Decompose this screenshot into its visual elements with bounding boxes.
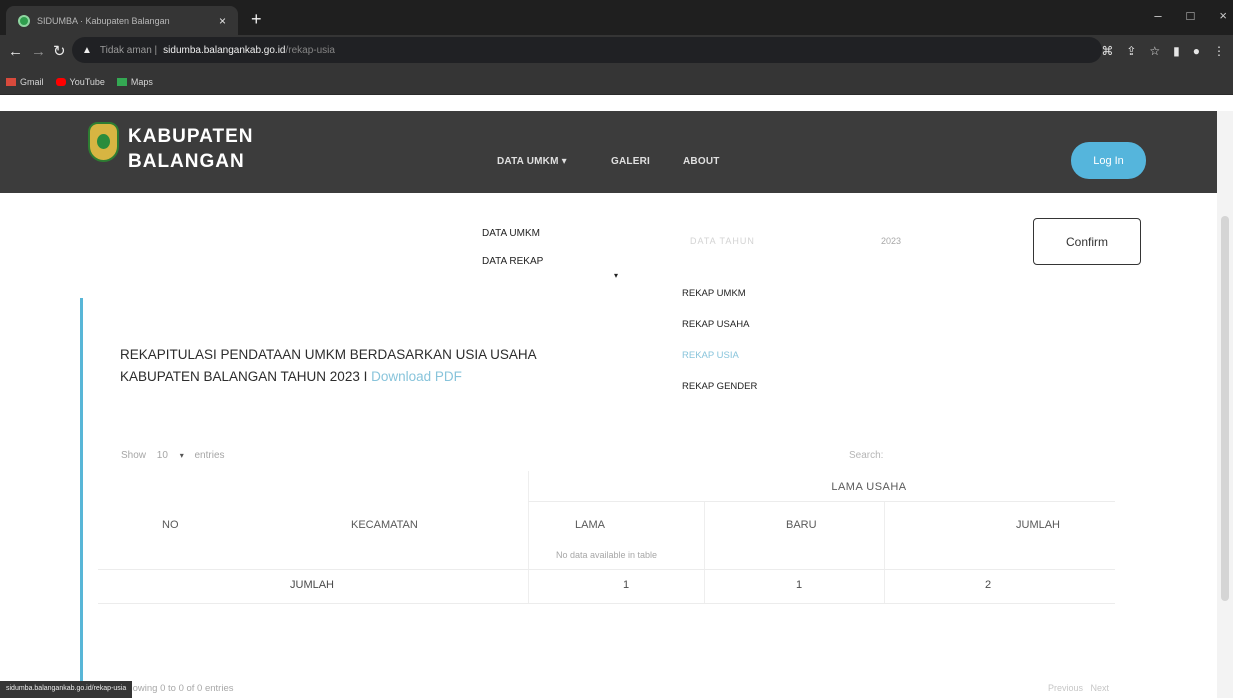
header-no[interactable]: NO [162, 519, 179, 531]
table-divider [98, 603, 1115, 604]
site-header: KABUPATEN BALANGAN DATA UMKM ▾ GALERI AB… [0, 111, 1217, 193]
submenu-rekap-umkm[interactable]: REKAP UMKM [682, 288, 757, 319]
bookmarks-bar: Gmail YouTube Maps [0, 69, 1233, 95]
header-lama[interactable]: LAMA [575, 519, 605, 531]
kabupaten-logo-icon[interactable] [88, 122, 119, 162]
toolbar-actions: ⌘ ⇪ ☆ ▮ ● ⋮ [1101, 44, 1225, 58]
web-page: KABUPATEN BALANGAN DATA UMKM ▾ GALERI AB… [0, 95, 1233, 698]
youtube-icon [55, 77, 66, 86]
title-line-2: KABUPATEN BALANGAN TAHUN 2023 I Download… [120, 366, 537, 388]
confirm-button[interactable]: Confirm [1033, 218, 1141, 265]
maximize-icon[interactable]: □ [1187, 8, 1195, 23]
nav-about[interactable]: ABOUT [683, 156, 720, 167]
submenu-rekap-usaha[interactable]: REKAP USAHA [682, 319, 757, 350]
tahun-label: DATA TAHUN [690, 236, 755, 246]
tab-title: SIDUMBA · Kabupaten Balangan [37, 15, 170, 26]
browser-toolbar: ← → ↻ ▲ Tidak aman | sidumba.balangankab… [0, 35, 1233, 69]
entries-label: entries [194, 450, 225, 461]
menu-icon[interactable]: ⋮ [1213, 44, 1225, 58]
table-row: JUMLAH 1 1 2 [98, 570, 1115, 603]
gmail-icon [6, 77, 16, 86]
reload-icon[interactable]: ↻ [53, 44, 66, 59]
star-icon[interactable]: ☆ [1149, 44, 1160, 58]
bookmark-maps[interactable]: Maps [116, 76, 153, 87]
total-lama: 1 [623, 579, 630, 591]
menu-data-umkm[interactable]: DATA UMKM [482, 228, 543, 239]
url-host: sidumba.balangankab.go.id [163, 44, 286, 56]
page-title: REKAPITULASI PENDATAAN UMKM BERDASARKAN … [120, 344, 537, 388]
minimize-icon[interactable]: – [1154, 8, 1161, 23]
bookmark-label: Gmail [20, 76, 44, 87]
bookmark-youtube[interactable]: YouTube [55, 76, 105, 87]
tahun-select[interactable]: 2023 [881, 236, 901, 246]
total-label: JUMLAH [290, 579, 335, 591]
data-menu: DATA UMKM DATA REKAP ▾ [482, 228, 618, 284]
total-jumlah: 2 [985, 579, 992, 591]
total-baru: 1 [796, 579, 803, 591]
status-bar-url: sidumba.balangankab.go.id/rekap-usia [0, 681, 133, 698]
browser-tab[interactable]: SIDUMBA · Kabupaten Balangan × [6, 6, 238, 35]
url-path: /rekap-usia [285, 44, 335, 56]
site-favicon-icon [18, 14, 30, 27]
tab-close-icon[interactable]: × [219, 14, 226, 28]
address-bar[interactable]: ▲ Tidak aman | sidumba.balangankab.go.id… [72, 37, 1102, 63]
previous-button[interactable]: Previous [1048, 683, 1083, 693]
security-label: Tidak aman | [99, 44, 158, 56]
entries-select[interactable]: 10 [157, 450, 168, 461]
show-label: Show [121, 450, 147, 461]
logo-line-1: KABUPATEN [128, 126, 254, 147]
submenu-rekap-gender[interactable]: REKAP GENDER [682, 381, 757, 412]
header-baru[interactable]: BARU [786, 519, 817, 531]
maps-icon [116, 77, 127, 86]
pagination: Previous Next [1048, 683, 1109, 693]
window-controls: – □ × [1154, 8, 1227, 23]
share-icon[interactable]: ⇪ [1126, 44, 1136, 58]
site-logo-text[interactable]: KABUPATEN BALANGAN [128, 124, 253, 174]
submenu-rekap-usia[interactable]: REKAP USIA [682, 350, 757, 381]
rekap-submenu: REKAP UMKM REKAP USAHA REKAP USIA REKAP … [682, 288, 757, 412]
title-line-1: REKAPITULASI PENDATAAN UMKM BERDASARKAN … [120, 347, 537, 362]
entries-caret-icon[interactable]: ▾ [180, 451, 184, 460]
nav-data-umkm[interactable]: DATA UMKM ▾ [497, 156, 567, 167]
sidebar-icon[interactable]: ▮ [1173, 44, 1180, 58]
page-scrollbar[interactable] [1217, 111, 1233, 698]
bookmark-label: Maps [130, 76, 153, 87]
login-button[interactable]: Log In [1071, 142, 1146, 179]
translate-icon[interactable]: ⌘ [1101, 44, 1113, 58]
nav-galeri[interactable]: GALERI [611, 156, 650, 167]
profile-icon[interactable]: ● [1193, 44, 1200, 58]
entries-control: Show 10 ▾ entries [121, 450, 225, 461]
scrollbar-thumb[interactable] [1221, 216, 1229, 601]
close-window-icon[interactable]: × [1219, 8, 1227, 23]
menu-data-rekap[interactable]: DATA REKAP [482, 256, 543, 267]
browser-tab-strip: SIDUMBA · Kabupaten Balangan × + – □ × [0, 0, 1233, 35]
section-accent-line [80, 298, 83, 698]
back-icon[interactable]: ← [8, 44, 23, 59]
download-pdf-link[interactable]: Download PDF [371, 369, 462, 384]
logo-line-2: BALANGAN [128, 151, 245, 172]
warning-icon: ▲ [82, 44, 92, 56]
bookmark-label: YouTube [69, 76, 105, 87]
header-kecamatan[interactable]: KECAMATAN [351, 519, 418, 531]
dropdown-arrow-icon[interactable]: ▾ [614, 271, 618, 280]
empty-table-message: No data available in table [555, 550, 658, 560]
table-info: Showing 0 to 0 of 0 entries [121, 683, 234, 694]
forward-icon[interactable]: → [31, 44, 46, 59]
header-jumlah[interactable]: JUMLAH [1016, 519, 1060, 531]
search-label: Search: [849, 450, 884, 461]
table-divider [528, 501, 1115, 502]
title-line-2-text: KABUPATEN BALANGAN TAHUN 2023 I [120, 369, 368, 384]
new-tab-icon[interactable]: + [251, 10, 262, 28]
bookmark-gmail[interactable]: Gmail [6, 77, 44, 87]
next-button[interactable]: Next [1091, 683, 1110, 693]
header-lama-usaha: LAMA USAHA [831, 481, 907, 493]
